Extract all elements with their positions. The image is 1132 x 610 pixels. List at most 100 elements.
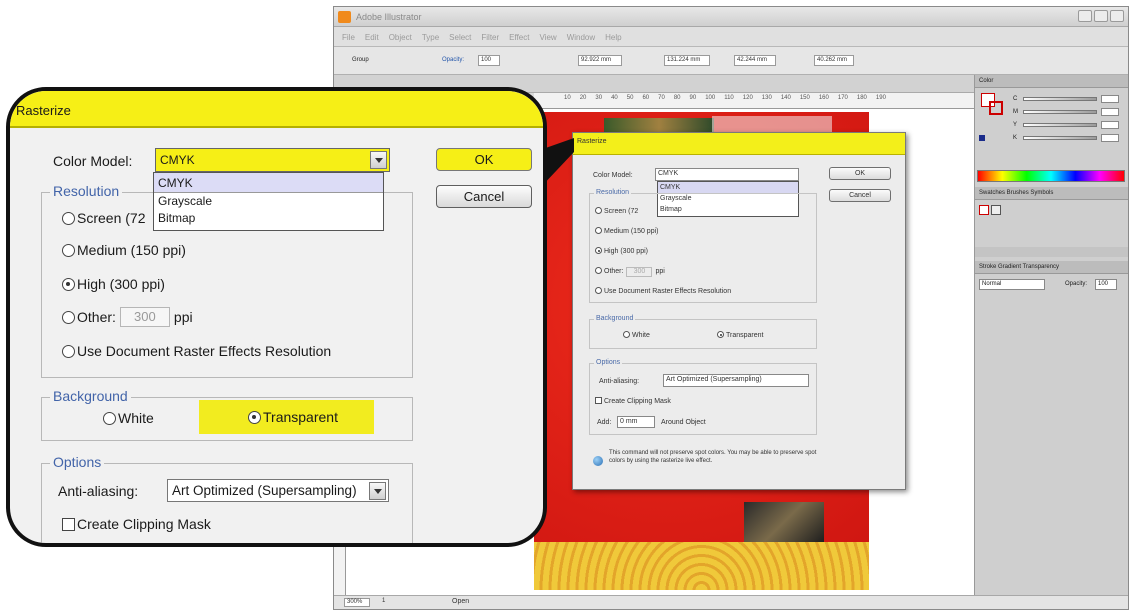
gold-cloud-pattern — [534, 542, 869, 590]
radio-use-document[interactable]: Use Document Raster Effects Resolution — [62, 343, 331, 359]
radio-high[interactable]: High (300 ppi) — [595, 247, 648, 255]
cancel-button[interactable]: Cancel — [436, 185, 532, 208]
color-spectrum-bar[interactable] — [977, 170, 1125, 182]
dropdown-option-bitmap[interactable]: Bitmap — [154, 210, 383, 227]
ruler-tick: 100 — [705, 95, 716, 101]
menu-item-effect[interactable]: Effect — [509, 33, 529, 46]
slider-yellow[interactable]: Y — [1013, 121, 1123, 130]
menu-item-view[interactable]: View — [539, 33, 556, 46]
panel-dock: Color C M Y K Swatches Brushes Symbols S… — [974, 75, 1128, 601]
radio-circle-icon — [62, 277, 75, 291]
dropdown-option-cmyk[interactable]: CMYK — [154, 173, 383, 193]
transparency-panel-tabs[interactable]: Stroke Gradient Transparency — [975, 261, 1128, 274]
around-object-label: Around Object — [661, 419, 706, 426]
cancel-button[interactable]: Cancel — [829, 189, 891, 202]
slider-track[interactable] — [1023, 136, 1097, 140]
radio-white[interactable]: White — [103, 410, 154, 426]
radio-medium[interactable]: Medium (150 ppi) — [595, 227, 658, 235]
radio-use-document[interactable]: Use Document Raster Effects Resolution — [595, 287, 731, 295]
slider-cyan[interactable]: C — [1013, 95, 1123, 104]
other-ppi-field[interactable]: 300 — [626, 267, 653, 277]
slider-black[interactable]: K — [1013, 134, 1123, 143]
slider-magenta[interactable]: M — [1013, 108, 1123, 117]
transparency-opacity-field[interactable]: 100 — [1095, 279, 1117, 290]
radio-screen[interactable]: Screen (72 — [62, 210, 145, 226]
width-field[interactable]: 42.244 mm — [734, 55, 776, 66]
options-group-title: Options — [50, 454, 105, 470]
ruler-tick: 80 — [673, 95, 681, 101]
radio-circle-icon — [62, 310, 75, 324]
minimize-icon[interactable] — [1078, 10, 1092, 22]
radio-circle-icon — [595, 247, 602, 254]
ruler-tick: 120 — [742, 95, 753, 101]
radio-label: Screen (72 — [77, 210, 146, 226]
rasterize-dialog-small: Rasterize Color Model: CMYK CMYK Graysca… — [572, 132, 906, 490]
menu-item-help[interactable]: Help — [605, 33, 621, 46]
channel-value-field[interactable] — [1101, 95, 1119, 103]
opacity-field[interactable]: 100 — [478, 55, 500, 66]
menu-item-edit[interactable]: Edit — [365, 33, 379, 46]
radio-other[interactable]: Other: 300 ppi — [62, 307, 193, 327]
dropdown-option-grayscale[interactable]: Grayscale — [154, 193, 383, 210]
radio-screen[interactable]: Screen (72 — [595, 207, 638, 215]
page-field[interactable]: 1 — [382, 598, 385, 604]
create-clipping-mask-checkbox[interactable]: Create Clipping Mask — [595, 397, 671, 405]
none-swatch-icon[interactable] — [979, 205, 989, 215]
slider-track[interactable] — [1023, 123, 1097, 127]
color-model-value: CMYK — [160, 153, 195, 167]
swatches-panel-tabs[interactable]: Swatches Brushes Symbols — [975, 187, 1128, 200]
color-model-select[interactable]: CMYK — [155, 148, 390, 172]
checkbox-icon — [62, 517, 75, 531]
menu-item-window[interactable]: Window — [567, 33, 595, 46]
radio-transparent[interactable]: Transparent — [717, 331, 763, 339]
chevron-down-icon[interactable] — [369, 482, 386, 500]
close-icon[interactable] — [1110, 10, 1124, 22]
other-ppi-field[interactable]: 300 — [119, 307, 170, 327]
checkbox-label: Create Clipping Mask — [604, 398, 671, 405]
blend-mode-value: Normal — [982, 281, 1002, 287]
radio-label: Other: — [77, 309, 116, 325]
menu-item-select[interactable]: Select — [449, 33, 471, 46]
add-field[interactable]: 0 mm — [617, 416, 655, 428]
channel-label: K — [1013, 135, 1018, 141]
menu-item-object[interactable]: Object — [389, 33, 412, 46]
anti-aliasing-select[interactable]: Art Optimized (Supersampling) — [167, 479, 389, 502]
ruler-tick: 140 — [780, 95, 791, 101]
color-model-select[interactable]: CMYK — [655, 168, 799, 181]
channel-value-field[interactable] — [1101, 134, 1119, 142]
horizontal-ruler: 10 20 30 40 50 60 70 80 90 100 110 120 1… — [534, 93, 974, 109]
maximize-icon[interactable] — [1094, 10, 1108, 22]
x-field[interactable]: 92.922 mm — [578, 55, 622, 66]
dropdown-option[interactable]: CMYK — [658, 182, 798, 193]
anti-aliasing-select[interactable]: Art Optimized (Supersampling) — [663, 374, 809, 387]
slider-track[interactable] — [1023, 97, 1097, 101]
radio-other[interactable]: Other: 300 ppi — [595, 267, 665, 277]
height-field[interactable]: 40.262 mm — [814, 55, 854, 66]
radio-high[interactable]: High (300 ppi) — [62, 276, 165, 292]
y-field[interactable]: 131.224 mm — [664, 55, 710, 66]
ruler-tick: 10 — [564, 95, 571, 101]
menu-item-filter[interactable]: Filter — [481, 33, 499, 46]
color-panel-tab[interactable]: Color — [975, 75, 1128, 88]
ok-button[interactable]: OK — [436, 148, 532, 171]
color-model-dropdown-list: CMYK Grayscale Bitmap — [153, 172, 384, 231]
slider-track[interactable] — [1023, 110, 1097, 114]
ok-button[interactable]: OK — [829, 167, 891, 180]
blend-mode-select[interactable]: Normal — [979, 279, 1045, 290]
menu-item-file[interactable]: File — [342, 33, 355, 46]
channel-value-field[interactable] — [1101, 121, 1119, 129]
zoom-field[interactable]: 300% — [344, 598, 370, 607]
channel-value-field[interactable] — [1101, 108, 1119, 116]
radio-transparent[interactable]: Transparent — [248, 409, 338, 425]
ppi-unit: ppi — [173, 309, 193, 325]
radio-medium[interactable]: Medium (150 ppi) — [62, 242, 186, 258]
chevron-down-icon[interactable] — [370, 151, 387, 169]
create-clipping-mask-checkbox[interactable]: Create Clipping Mask — [62, 516, 211, 532]
channel-label: Y — [1013, 122, 1018, 128]
app-title: Adobe Illustrator — [356, 12, 422, 22]
radio-white[interactable]: White — [623, 331, 650, 339]
menu-item-type[interactable]: Type — [422, 33, 439, 46]
registration-swatch-icon[interactable] — [991, 205, 1001, 215]
stroke-swatch-icon[interactable] — [989, 101, 1003, 115]
ppi-unit: ppi — [655, 268, 665, 275]
